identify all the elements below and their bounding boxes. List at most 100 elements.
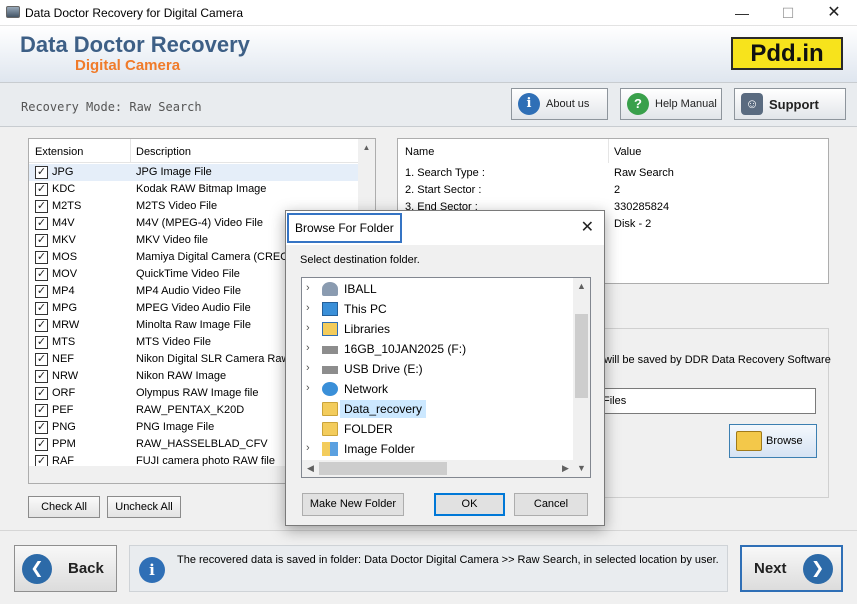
scroll-down-arrow-icon[interactable]: ▼ (573, 460, 590, 477)
checkbox[interactable]: ✓ (35, 302, 48, 315)
support-label: Support (769, 96, 819, 112)
description-cell: RAW_HASSELBLAD_CFV (136, 438, 268, 450)
folder-tree-item-label: Data_recovery (340, 400, 427, 418)
chevron-right-icon[interactable]: › (306, 442, 310, 454)
description-cell: Kodak RAW Bitmap Image (136, 183, 267, 195)
save-path-field[interactable]: Files (596, 388, 816, 414)
checkbox[interactable]: ✓ (35, 319, 48, 332)
checkbox[interactable]: ✓ (35, 217, 48, 230)
folder-tree-item[interactable]: › Image Folder (302, 439, 575, 459)
help-icon: ? (627, 93, 649, 115)
checkbox[interactable]: ✓ (35, 387, 48, 400)
title-bar: Data Doctor Recovery for Digital Camera … (0, 0, 857, 26)
folder-tree-item[interactable]: › Libraries (302, 319, 575, 339)
checkbox[interactable]: ✓ (35, 285, 48, 298)
checkbox[interactable]: ✓ (35, 166, 48, 179)
folder-tree-item[interactable]: Data_recovery (302, 399, 575, 419)
arrow-left-icon: ❮ (22, 553, 52, 584)
column-divider (130, 139, 131, 163)
folder-tree-item-label: IBALL (344, 282, 377, 296)
extension-cell: MRW (52, 319, 80, 331)
folder-tree-vertical-scrollbar[interactable]: ▲ ▼ (573, 278, 590, 477)
brand-title: Data Doctor Recovery (20, 32, 250, 57)
chevron-right-icon[interactable]: › (306, 282, 310, 294)
browse-for-folder-dialog: Browse For Folder ✕ Select destination f… (285, 210, 605, 526)
image-folder-icon (322, 442, 338, 456)
list-item[interactable]: ✓ JPG JPG Image File (29, 164, 359, 181)
column-divider (608, 139, 609, 163)
next-button[interactable]: Next ❯ (740, 545, 843, 592)
folder-tree-item[interactable]: › USB Drive (E:) (302, 359, 575, 379)
scrollbar-thumb[interactable] (319, 462, 447, 475)
folder-tree[interactable]: › IBALL › This PC › Libraries › 16GB_10JAN2025 … (301, 277, 591, 478)
extension-cell: MPG (52, 302, 78, 314)
description-cell: M4V (MPEG-4) Video File (136, 217, 263, 229)
dialog-close-button[interactable]: ✕ (581, 217, 594, 237)
scroll-up-arrow-icon[interactable]: ▲ (358, 139, 375, 156)
folder-tree-horizontal-scrollbar[interactable]: ◀ ▶ (302, 460, 574, 477)
checkbox[interactable]: ✓ (35, 234, 48, 247)
description-cell: QuickTime Video File (136, 268, 240, 280)
column-header-description[interactable]: Description (136, 146, 191, 158)
chevron-right-icon[interactable]: › (306, 322, 310, 334)
folder-tree-item[interactable]: FOLDER (302, 419, 575, 439)
chevron-right-icon[interactable]: › (306, 342, 310, 354)
column-header-extension[interactable]: Extension (35, 146, 83, 158)
extension-cell: JPG (52, 166, 74, 178)
libraries-icon (322, 322, 338, 336)
dialog-title-bar: Browse For Folder ✕ (286, 211, 604, 245)
list-item[interactable]: ✓ KDC Kodak RAW Bitmap Image (29, 181, 359, 198)
pdd-badge[interactable]: Pdd.in (731, 37, 843, 70)
scroll-up-arrow-icon[interactable]: ▲ (573, 278, 590, 295)
column-header-name: Name (405, 146, 435, 158)
folder-tree-item[interactable]: › This PC (302, 299, 575, 319)
info-value-cell: Raw Search (614, 167, 674, 179)
folder-tree-item-label: This PC (344, 302, 387, 316)
cancel-button[interactable]: Cancel (514, 493, 588, 516)
checkbox[interactable]: ✓ (35, 353, 48, 366)
folder-tree-item[interactable]: › Network (302, 379, 575, 399)
scroll-left-arrow-icon[interactable]: ◀ (302, 460, 319, 477)
checkbox[interactable]: ✓ (35, 438, 48, 451)
column-header-value: Value (614, 146, 642, 158)
checkbox[interactable]: ✓ (35, 370, 48, 383)
uncheck-all-button[interactable]: Uncheck All (107, 496, 181, 518)
checkbox[interactable]: ✓ (35, 268, 48, 281)
folder-tree-item-label: Image Folder (344, 442, 415, 456)
chevron-right-icon[interactable]: › (306, 302, 310, 314)
folder-tree-item[interactable]: › IBALL (302, 279, 575, 299)
about-us-label: About us (546, 98, 590, 110)
folder-tree-item[interactable]: › 16GB_10JAN2025 (F:) (302, 339, 575, 359)
about-us-button[interactable]: i About us (511, 88, 608, 120)
minimize-button[interactable]: — (719, 0, 765, 26)
description-cell: MP4 Audio Video File (136, 285, 241, 297)
next-label: Next (754, 560, 787, 577)
checkbox[interactable]: ✓ (35, 421, 48, 434)
checkbox[interactable]: ✓ (35, 200, 48, 213)
scroll-right-arrow-icon[interactable]: ▶ (557, 460, 574, 477)
extension-cell: MOV (52, 268, 78, 280)
info-icon: i (518, 93, 540, 115)
dialog-title: Browse For Folder (287, 213, 402, 243)
check-all-button[interactable]: Check All (28, 496, 100, 518)
close-button[interactable]: ✕ (811, 0, 857, 26)
maximize-button[interactable]: ☐ (765, 0, 811, 26)
chevron-right-icon[interactable]: › (306, 362, 310, 374)
ok-button[interactable]: OK (434, 493, 505, 516)
folder-icon (322, 422, 338, 436)
description-cell: JPG Image File (136, 166, 212, 178)
checkbox[interactable]: ✓ (35, 183, 48, 196)
extension-cell: PNG (52, 421, 76, 433)
browse-button[interactable]: Browse (729, 424, 817, 458)
checkbox[interactable]: ✓ (35, 251, 48, 264)
chevron-right-icon[interactable]: › (306, 382, 310, 394)
back-button[interactable]: ❮ Back (14, 545, 117, 592)
checkbox[interactable]: ✓ (35, 404, 48, 417)
support-button[interactable]: ☺ Support (734, 88, 846, 120)
description-cell: MPEG Video Audio File (136, 302, 251, 314)
help-manual-button[interactable]: ? Help Manual (620, 88, 722, 120)
checkbox[interactable]: ✓ (35, 336, 48, 349)
scrollbar-thumb[interactable] (575, 314, 588, 398)
drive-icon (322, 346, 338, 354)
make-new-folder-button[interactable]: Make New Folder (302, 493, 404, 516)
